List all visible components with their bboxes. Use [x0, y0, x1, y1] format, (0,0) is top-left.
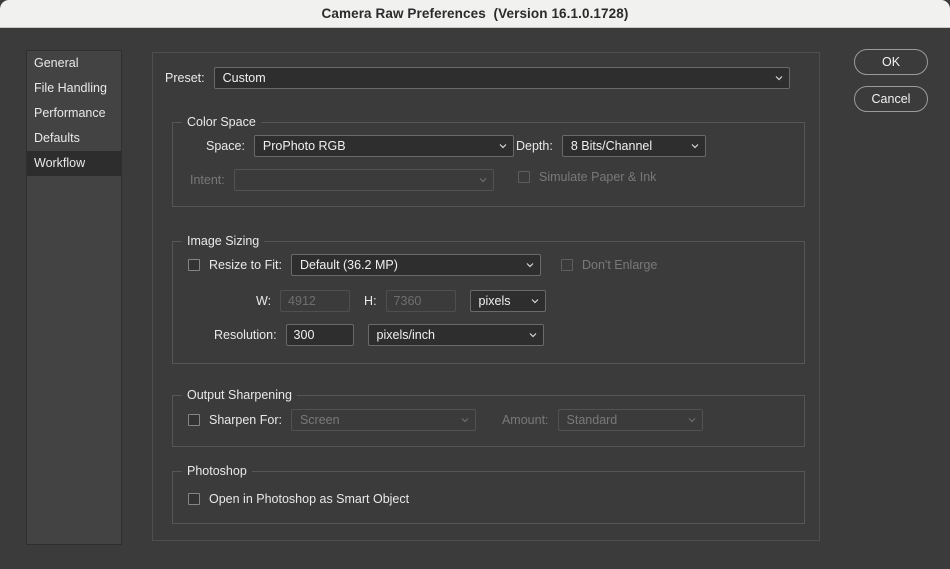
chevron-down-icon	[499, 142, 507, 150]
intent-label: Intent:	[190, 173, 225, 187]
image-sizing-group-title: Image Sizing	[182, 234, 264, 248]
sidebar-item-workflow[interactable]: Workflow	[27, 151, 121, 176]
amount-label: Amount:	[502, 413, 549, 427]
simulate-paper-ink-label: Simulate Paper & Ink	[539, 170, 656, 184]
simulate-paper-ink-row: Simulate Paper & Ink	[518, 170, 656, 184]
smart-object-label: Open in Photoshop as Smart Object	[209, 492, 409, 506]
smart-object-checkbox[interactable]	[188, 493, 200, 505]
preset-select[interactable]: Custom	[214, 67, 790, 89]
window-titlebar: Camera Raw Preferences (Version 16.1.0.1…	[0, 0, 950, 28]
height-value: 7360	[394, 294, 422, 308]
cancel-button[interactable]: Cancel	[854, 86, 928, 112]
chevron-down-icon	[531, 297, 539, 305]
height-label: H:	[364, 294, 377, 308]
preset-row: Preset: Custom	[165, 67, 790, 89]
space-select[interactable]: ProPhoto RGB	[254, 135, 514, 157]
dont-enlarge-checkbox	[561, 259, 573, 271]
output-sharpening-group-title: Output Sharpening	[182, 388, 297, 402]
chevron-down-icon	[688, 416, 696, 424]
resize-to-fit-row: Resize to Fit: Default (36.2 MP)	[188, 254, 541, 276]
preset-select-value: Custom	[223, 71, 266, 85]
sidebar-item-general[interactable]: General	[27, 51, 121, 76]
size-units-value: pixels	[479, 294, 511, 308]
sidebar-item-defaults[interactable]: Defaults	[27, 126, 121, 151]
preset-label: Preset:	[165, 71, 205, 85]
sharpen-for-row: Sharpen For: Screen Amount: Standard	[188, 409, 703, 431]
ok-button[interactable]: OK	[854, 49, 928, 75]
resize-to-fit-select-value: Default (36.2 MP)	[300, 258, 398, 272]
depth-select[interactable]: 8 Bits/Channel	[562, 135, 706, 157]
width-height-row: W: 4912 H: 7360 pixels	[256, 290, 546, 312]
chevron-down-icon	[526, 261, 534, 269]
dont-enlarge-row: Don't Enlarge	[561, 258, 657, 272]
space-select-value: ProPhoto RGB	[263, 139, 346, 153]
resolution-row: Resolution: 300 pixels/inch	[214, 324, 544, 346]
sharpen-for-label: Sharpen For:	[209, 413, 282, 427]
resolution-units-select[interactable]: pixels/inch	[368, 324, 544, 346]
depth-label: Depth:	[516, 139, 553, 153]
space-label: Space:	[206, 139, 245, 153]
width-label: W:	[256, 294, 271, 308]
sharpen-for-select: Screen	[291, 409, 476, 431]
width-input: 4912	[280, 290, 350, 312]
resolution-label: Resolution:	[214, 328, 277, 342]
dont-enlarge-label: Don't Enlarge	[582, 258, 657, 272]
resolution-input[interactable]: 300	[286, 324, 354, 346]
resize-to-fit-label: Resize to Fit:	[209, 258, 282, 272]
smart-object-row: Open in Photoshop as Smart Object	[188, 492, 409, 506]
resize-to-fit-select[interactable]: Default (36.2 MP)	[291, 254, 541, 276]
window-title: Camera Raw Preferences (Version 16.1.0.1…	[322, 6, 629, 21]
chevron-down-icon	[775, 74, 783, 82]
chevron-down-icon	[479, 176, 487, 184]
depth-row: Depth: 8 Bits/Channel	[516, 135, 706, 157]
intent-select	[234, 169, 494, 191]
resolution-units-value: pixels/inch	[377, 328, 435, 342]
intent-row: Intent:	[190, 169, 494, 191]
height-input: 7360	[386, 290, 456, 312]
simulate-paper-ink-checkbox	[518, 171, 530, 183]
sharpen-for-checkbox[interactable]	[188, 414, 200, 426]
resize-to-fit-checkbox[interactable]	[188, 259, 200, 271]
space-row: Space: ProPhoto RGB	[206, 135, 514, 157]
width-value: 4912	[288, 294, 316, 308]
amount-select-value: Standard	[567, 413, 618, 427]
chevron-down-icon	[529, 331, 537, 339]
preferences-sidebar[interactable]: General File Handling Performance Defaul…	[26, 50, 122, 545]
sidebar-item-performance[interactable]: Performance	[27, 101, 121, 126]
amount-select: Standard	[558, 409, 703, 431]
sharpen-for-select-value: Screen	[300, 413, 340, 427]
sidebar-item-file-handling[interactable]: File Handling	[27, 76, 121, 101]
color-space-group-title: Color Space	[182, 115, 261, 129]
chevron-down-icon	[461, 416, 469, 424]
depth-select-value: 8 Bits/Channel	[571, 139, 652, 153]
photoshop-group-title: Photoshop	[182, 464, 252, 478]
chevron-down-icon	[691, 142, 699, 150]
resolution-value: 300	[294, 328, 315, 342]
size-units-select[interactable]: pixels	[470, 290, 546, 312]
